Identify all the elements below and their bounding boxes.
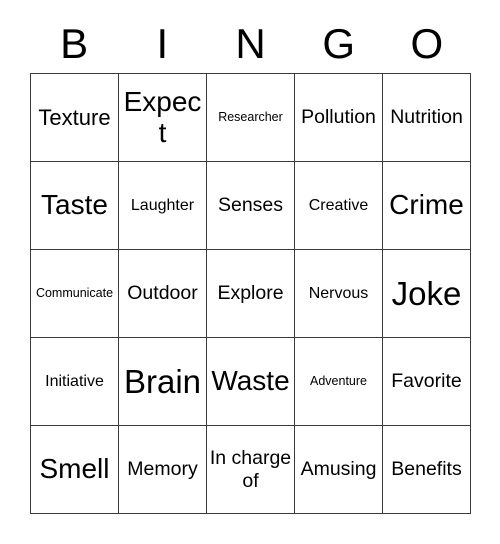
bingo-cell[interactable]: Adventure <box>295 338 383 426</box>
bingo-cell-label: Crime <box>389 189 464 221</box>
bingo-cell-label: Senses <box>217 193 284 216</box>
bingo-cell[interactable]: Waste <box>207 338 295 426</box>
bingo-cell[interactable]: Crime <box>383 162 471 250</box>
bingo-cell[interactable]: Expect <box>119 74 207 162</box>
bingo-cell[interactable]: Laughter <box>119 162 207 250</box>
header-letter-n: N <box>235 19 266 67</box>
bingo-grid: Texture Expect Researcher Pollution Nutritio… <box>30 73 471 514</box>
bingo-cell[interactable]: Researcher <box>207 74 295 162</box>
bingo-cell[interactable]: Communicate <box>31 250 119 338</box>
bingo-cell[interactable]: In charge of <box>207 426 295 514</box>
bingo-cell-label: Adventure <box>310 373 367 388</box>
header-letter-b: B <box>60 19 89 67</box>
bingo-cell[interactable]: Favorite <box>383 338 471 426</box>
header-letter-o: O <box>410 19 444 67</box>
bingo-cell-label: Creative <box>308 196 369 214</box>
bingo-cell[interactable]: Benefits <box>383 426 471 514</box>
bingo-cell[interactable]: Explore <box>207 250 295 338</box>
bingo-cell[interactable]: Pollution <box>295 74 383 162</box>
bingo-cell[interactable]: Nutrition <box>383 74 471 162</box>
bingo-cell-label: Expect <box>123 86 202 148</box>
bingo-header: B I N G O <box>30 14 471 73</box>
bingo-cell-label: Nervous <box>308 284 369 302</box>
bingo-cell[interactable]: Creative <box>295 162 383 250</box>
bingo-cell-label: Texture <box>38 104 111 130</box>
bingo-cell[interactable]: Smell <box>31 426 119 514</box>
bingo-cell[interactable]: Texture <box>31 74 119 162</box>
bingo-cell-label: Laughter <box>130 196 195 214</box>
bingo-cell-label: Memory <box>127 457 198 480</box>
header-letter-i: I <box>156 19 169 67</box>
bingo-cell-label: Initiative <box>45 372 104 390</box>
bingo-cell-label: In charge of <box>209 446 292 492</box>
bingo-cell[interactable]: Amusing <box>295 426 383 514</box>
bingo-card: B I N G O Texture Expect Researcher Polluti… <box>0 0 500 544</box>
bingo-cell-label: Amusing <box>300 457 377 480</box>
bingo-cell[interactable]: Senses <box>207 162 295 250</box>
header-letter-g: G <box>322 19 356 67</box>
bingo-cell[interactable]: Initiative <box>31 338 119 426</box>
bingo-cell-label: Nutrition <box>390 105 463 128</box>
bingo-cell-label: Communicate <box>35 285 114 300</box>
bingo-cell-label: Taste <box>41 189 108 221</box>
bingo-cell-label: Explore <box>217 281 284 304</box>
bingo-cell-label: Pollution <box>301 105 376 128</box>
bingo-cell-label: Joke <box>391 274 462 312</box>
bingo-cell-label: Benefits <box>391 457 462 480</box>
bingo-cell[interactable]: Nervous <box>295 250 383 338</box>
bingo-cell-label: Favorite <box>391 369 462 392</box>
bingo-cell-label: Waste <box>211 365 290 397</box>
bingo-cell[interactable]: Outdoor <box>119 250 207 338</box>
bingo-cell[interactable]: Joke <box>383 250 471 338</box>
bingo-cell[interactable]: Brain <box>119 338 207 426</box>
bingo-cell[interactable]: Taste <box>31 162 119 250</box>
bingo-cell-label: Outdoor <box>127 281 198 304</box>
bingo-cell-label: Brain <box>123 362 202 400</box>
bingo-cell[interactable]: Memory <box>119 426 207 514</box>
bingo-cell-label: Researcher <box>218 109 283 124</box>
bingo-cell-label: Smell <box>39 453 110 485</box>
